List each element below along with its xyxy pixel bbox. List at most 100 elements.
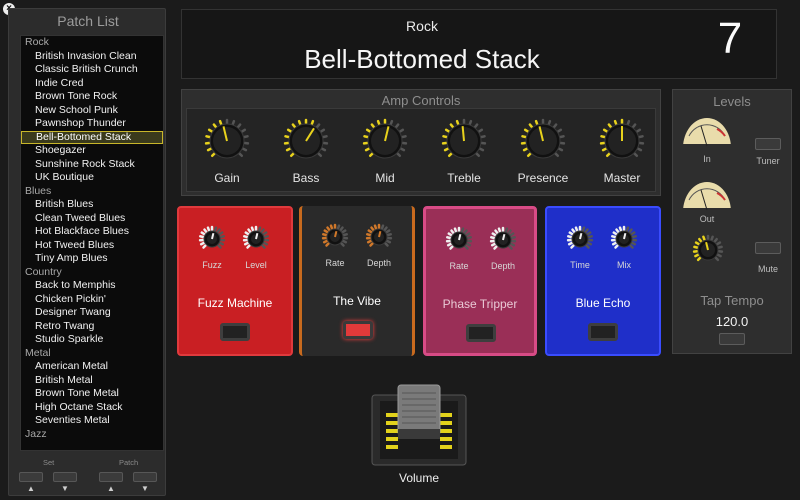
tuner-label: Tuner — [756, 156, 780, 166]
tuner-button[interactable] — [755, 138, 781, 150]
pedal-knob-fuzz[interactable] — [197, 224, 227, 254]
mute-button[interactable] — [755, 242, 781, 254]
up-arrow-icon[interactable]: ▲ — [19, 484, 43, 493]
levels-panel: Levels In Tuner Out Mute Tap Tempo 120.0 — [672, 89, 792, 354]
patch-header: Rock Bell-Bottomed Stack 7 — [181, 9, 777, 79]
amp-knob-presence[interactable] — [519, 117, 567, 165]
patch-list-item[interactable]: Back to Memphis — [21, 279, 163, 293]
up-arrow-icon[interactable]: ▲ — [99, 484, 123, 493]
amp-controls-panel: Amp Controls Gain Bass Mid Treble Presen… — [181, 89, 661, 196]
pedal-knob-mix[interactable] — [609, 224, 639, 254]
amp-knob-label: Treble — [447, 171, 481, 185]
pedal-name: Phase Tripper — [442, 297, 518, 311]
out-label: Out — [699, 214, 715, 224]
patch-list-item[interactable]: New School Punk — [21, 104, 163, 118]
patch-list-item[interactable]: High Octane Stack — [21, 401, 163, 415]
pedal-footswitch[interactable] — [343, 321, 373, 339]
patch-category-header: Rock — [25, 36, 49, 48]
pedal-blue-echo: Time Mix Blue Echo — [545, 206, 661, 356]
pedal-knob-label: Rate — [449, 261, 469, 271]
patch-list-item[interactable]: Classic British Crunch — [21, 63, 163, 77]
pedal-knob-label: Time — [570, 260, 590, 270]
amp-knob-label: Bass — [292, 171, 320, 185]
amp-knob-mid[interactable] — [361, 117, 409, 165]
patch-list-item[interactable]: Designer Twang — [21, 306, 163, 320]
tempo-value: 120.0 — [715, 314, 749, 329]
patch-list-item[interactable]: American Metal — [21, 360, 163, 374]
amp-knob-row: Gain Bass Mid Treble Presence Master — [186, 108, 656, 192]
pedal-knob-depth[interactable] — [364, 222, 394, 252]
set-prev-button[interactable] — [19, 472, 43, 482]
pedal-name: The Vibe — [333, 294, 381, 308]
patch-list-item[interactable]: Chicken Pickin' — [21, 293, 163, 307]
patch-list-item[interactable]: British Blues — [21, 198, 163, 212]
input-meter-icon — [681, 118, 733, 150]
patch-list-title: Patch List — [57, 13, 119, 29]
pedal-knob-label: Depth — [490, 261, 516, 271]
patch-prev-button[interactable] — [99, 472, 123, 482]
down-arrow-icon[interactable]: ▼ — [133, 484, 157, 493]
patch-list-item[interactable]: Hot Tweed Blues — [21, 239, 163, 253]
patch-list-item[interactable]: Shoegazer — [21, 144, 163, 158]
in-label: In — [703, 154, 711, 164]
patch-number: 7 — [717, 14, 743, 63]
tap-tempo-button[interactable] — [719, 333, 745, 345]
pedal-knob-rate[interactable] — [320, 222, 350, 252]
levels-title: Levels — [713, 94, 751, 109]
pedal-the-vibe: Rate Depth The Vibe — [299, 206, 415, 356]
pedal-knob-label: Rate — [325, 258, 345, 268]
patch-list[interactable]: Rock British Invasion Clean Classic Britis… — [20, 35, 164, 451]
pedal-knob-label: Fuzz — [202, 260, 222, 270]
pedal-footswitch[interactable] — [466, 324, 496, 342]
pedal-knob-label: Mix — [617, 260, 631, 270]
pedal-fuzz-machine: Fuzz Level Fuzz Machine — [177, 206, 293, 356]
set-label: Set — [43, 458, 55, 467]
patch-list-item[interactable]: Brown Tone Rock — [21, 90, 163, 104]
volume-pedal[interactable] — [370, 383, 468, 468]
patch-list-item[interactable]: Studio Sparkle — [21, 333, 163, 347]
down-arrow-icon[interactable]: ▼ — [53, 484, 77, 493]
volume-label: Volume — [398, 471, 440, 485]
mute-label: Mute — [757, 264, 778, 274]
pedal-knob-time[interactable] — [565, 224, 595, 254]
pedal-knob-rate[interactable] — [444, 225, 474, 255]
amp-knob-master[interactable] — [598, 117, 646, 165]
pedal-footswitch[interactable] — [220, 323, 250, 341]
patch-list-item[interactable]: Hot Blackface Blues — [21, 225, 163, 239]
output-level-knob[interactable] — [691, 233, 725, 267]
pedal-knob-level[interactable] — [241, 224, 271, 254]
patch-list-item[interactable]: British Metal — [21, 374, 163, 388]
patch-category-header: Country — [25, 265, 62, 278]
pedal-knob-depth[interactable] — [488, 225, 518, 255]
amp-knob-bass[interactable] — [282, 117, 330, 165]
pedal-name: Fuzz Machine — [197, 296, 273, 310]
patch-list-panel: Patch List Rock British Invasion Clean Cla… — [8, 8, 166, 496]
patch-list-item[interactable]: UK Boutique — [21, 171, 163, 185]
patch-category-header: Jazz — [25, 427, 47, 440]
patch-list-item[interactable]: Bell-Bottomed Stack — [21, 130, 163, 144]
patch-next-button[interactable] — [133, 472, 157, 482]
amp-knob-label: Master — [603, 171, 641, 185]
pedal-footswitch[interactable] — [588, 323, 618, 341]
patch-label: Patch — [119, 458, 139, 467]
patch-list-item[interactable]: Brown Tone Metal — [21, 387, 163, 401]
patch-list-item[interactable]: Seventies Metal — [21, 414, 163, 428]
amp-knob-label: Presence — [517, 171, 569, 185]
amp-knob-gain[interactable] — [203, 117, 251, 165]
patch-list-item[interactable]: Pawnshop Thunder — [21, 117, 163, 131]
pedal-name: Blue Echo — [575, 296, 631, 310]
patch-list-item[interactable]: Tiny Amp Blues — [21, 252, 163, 266]
patch-list-item[interactable]: British Invasion Clean — [21, 50, 163, 64]
amp-knob-treble[interactable] — [440, 117, 488, 165]
amp-knob-label: Gain — [214, 171, 240, 185]
patch-category-header: Blues — [25, 184, 52, 197]
pedal-phase-tripper: Rate Depth Phase Tripper — [423, 206, 537, 356]
patch-category-header: Metal — [25, 346, 51, 359]
patch-category: Rock — [406, 18, 438, 34]
output-meter-icon — [681, 182, 733, 214]
patch-list-item[interactable]: Clean Tweed Blues — [21, 212, 163, 226]
set-next-button[interactable] — [53, 472, 77, 482]
patch-list-item[interactable]: Retro Twang — [21, 320, 163, 334]
patch-list-item[interactable]: Sunshine Rock Stack — [21, 158, 163, 172]
patch-list-item[interactable]: Indie Cred — [21, 77, 163, 91]
